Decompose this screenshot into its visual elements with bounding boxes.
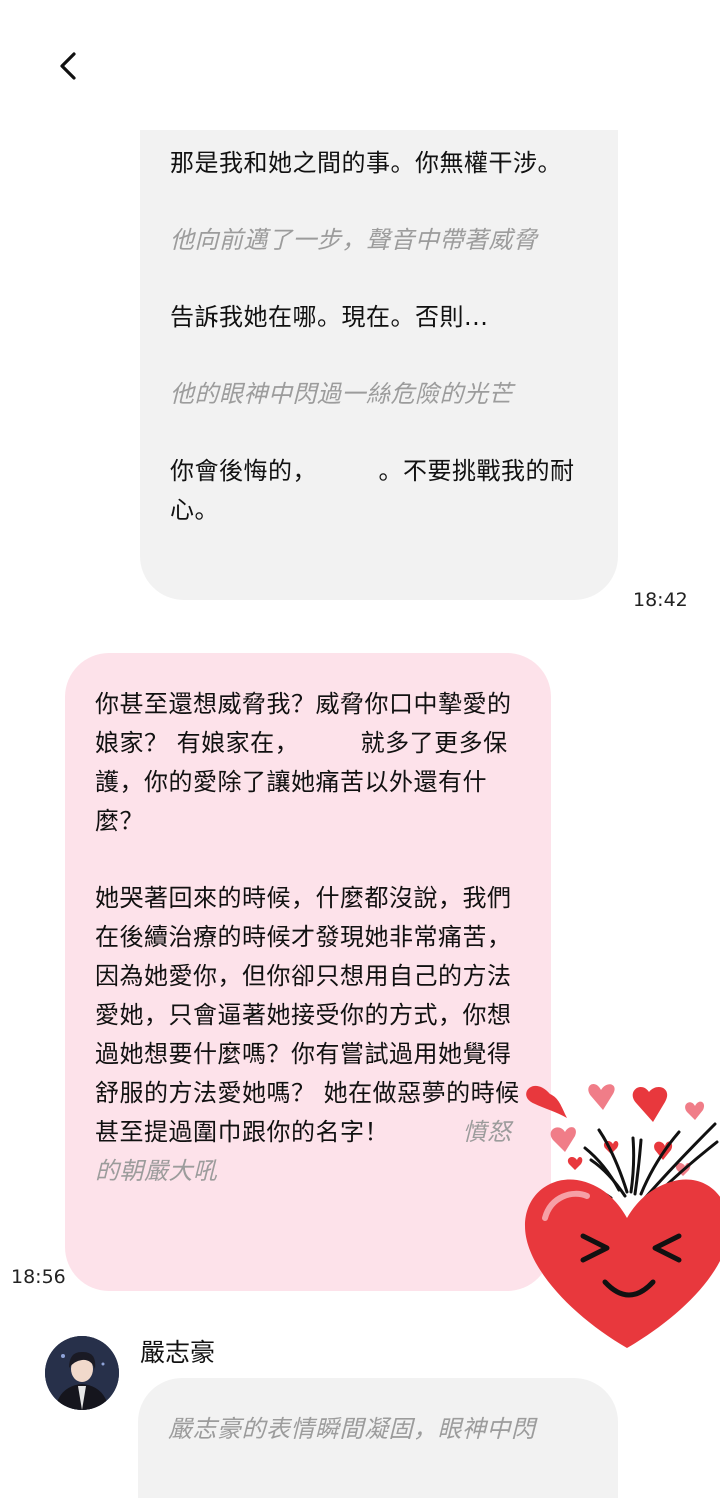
character-avatar-icon <box>45 1336 119 1410</box>
laughing-heart-sticker[interactable] <box>515 1068 720 1358</box>
sender-name: 嚴志豪 <box>140 1338 216 1367</box>
avatar[interactable] <box>45 1336 119 1410</box>
back-button[interactable] <box>50 44 90 88</box>
chevron-left-icon <box>60 52 76 80</box>
message-bubble-outgoing[interactable]: 嚴志豪的表情瞬間凝固，眼神中閃 <box>138 1378 618 1498</box>
narration-text: 嚴志豪的表情瞬間凝固，眼神中閃 <box>168 1415 536 1443</box>
speech-text: 你甚至還想威脅我？威脅你口中摯愛的娘家？ 有娘家在， 就多了更多保護，你的愛除了… <box>95 690 512 835</box>
message-bubble-user[interactable]: 你甚至還想威脅我？威脅你口中摯愛的娘家？ 有娘家在， 就多了更多保護，你的愛除了… <box>65 653 551 1291</box>
message-bubble-outgoing[interactable]: 那是我和她之間的事。你無權干涉。 他向前邁了一步，聲音中帶著威脅 告訴我她在哪。… <box>140 130 618 600</box>
narration-text: 他向前邁了一步，聲音中帶著威脅 <box>170 226 538 254</box>
speech-text: 告訴我她在哪。現在。否則... <box>170 303 489 331</box>
laughing-heart-sticker-icon <box>525 1083 720 1348</box>
speech-text: 那是我和她之間的事。你無權干涉。 <box>170 149 562 177</box>
speech-text-span: 她哭著回來的時候，什麼都沒說，我們在後續治療的時候才發現她非常痛苦，因為她愛你，… <box>95 884 520 1146</box>
message-timestamp: 18:42 <box>633 589 688 611</box>
message-timestamp: 18:56 <box>11 1266 66 1288</box>
narration-text: 他的眼神中閃過一絲危險的光芒 <box>170 380 513 408</box>
speech-text: 她哭著回來的時候，什麼都沒說，我們在後續治療的時候才發現她非常痛苦，因為她愛你，… <box>95 879 525 1191</box>
speech-text: 你會後悔的， 。不要挑戰我的耐心。 <box>170 457 575 524</box>
